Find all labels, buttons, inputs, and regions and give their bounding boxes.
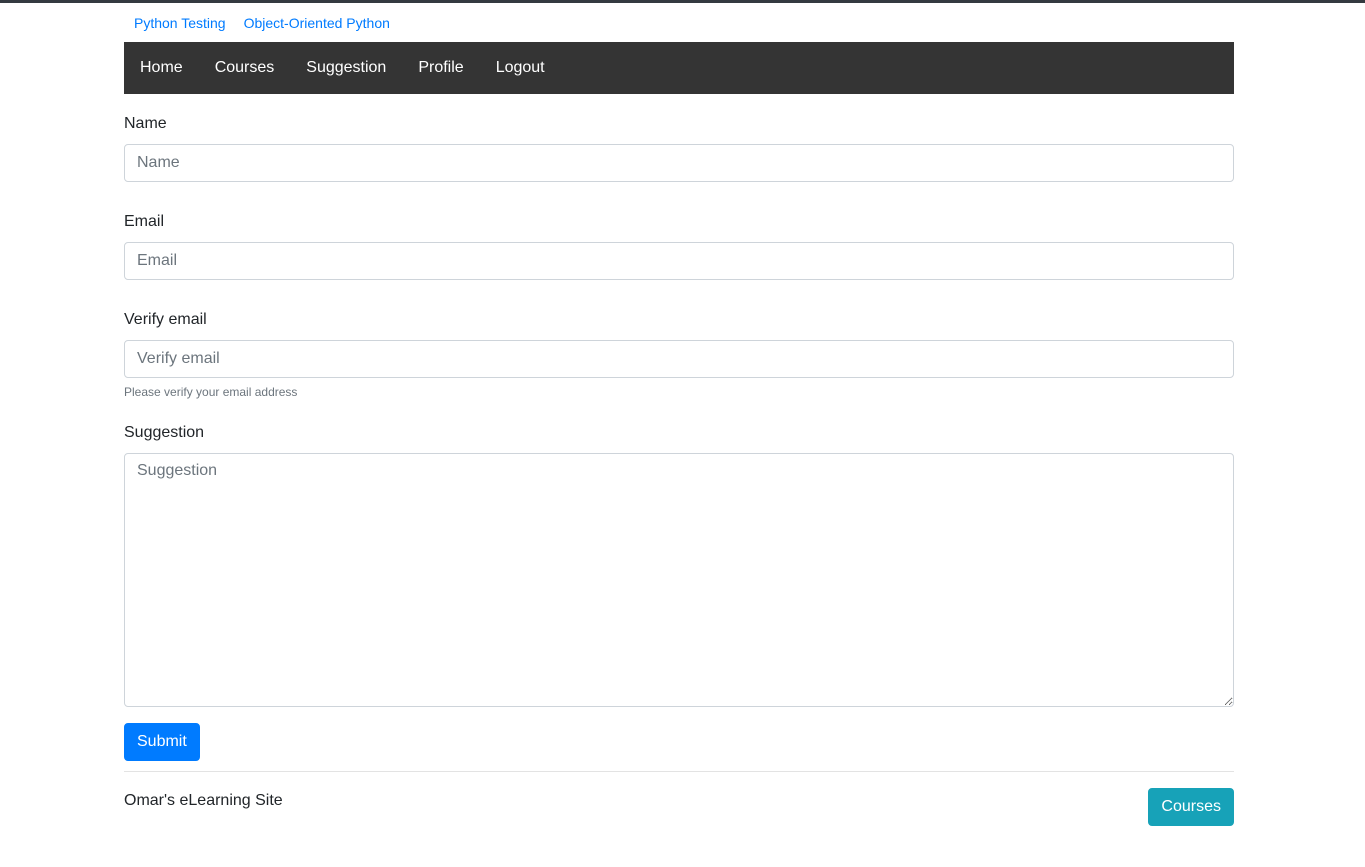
suggestion-form: Name Email Verify email Please verify yo…	[124, 94, 1234, 761]
main-container: Python Testing Object-Oriented Python Ho…	[124, 0, 1234, 761]
submit-button[interactable]: Submit	[124, 723, 200, 761]
verify-email-label: Verify email	[124, 311, 207, 328]
suggestion-group: Suggestion	[124, 421, 1234, 707]
nav-profile[interactable]: Profile	[418, 59, 463, 77]
email-label: Email	[124, 213, 165, 230]
site-name: Omar's eLearning Site	[124, 792, 283, 809]
suggestion-textarea[interactable]	[124, 453, 1234, 707]
link-python-testing[interactable]: Python Testing	[134, 15, 226, 31]
name-group: Name	[124, 112, 1234, 182]
name-label: Name	[124, 115, 167, 132]
navbar: Home Courses Suggestion Profile Logout	[124, 42, 1234, 94]
link-object-oriented-python[interactable]: Object-Oriented Python	[244, 15, 390, 31]
verify-email-input[interactable]	[124, 340, 1234, 378]
verify-email-group: Verify email Please verify your email ad…	[124, 308, 1234, 400]
nav-logout[interactable]: Logout	[496, 59, 545, 77]
nav-courses[interactable]: Courses	[215, 59, 275, 77]
verify-email-help: Please verify your email address	[124, 385, 298, 399]
email-group: Email	[124, 210, 1234, 280]
footer: Omar's eLearning Site Courses	[124, 771, 1234, 832]
nav-suggestion[interactable]: Suggestion	[306, 59, 386, 77]
name-input[interactable]	[124, 144, 1234, 182]
courses-button[interactable]: Courses	[1148, 788, 1234, 826]
course-links: Python Testing Object-Oriented Python	[124, 0, 1234, 42]
email-input[interactable]	[124, 242, 1234, 280]
suggestion-label: Suggestion	[124, 424, 205, 441]
nav-home[interactable]: Home	[140, 59, 183, 77]
